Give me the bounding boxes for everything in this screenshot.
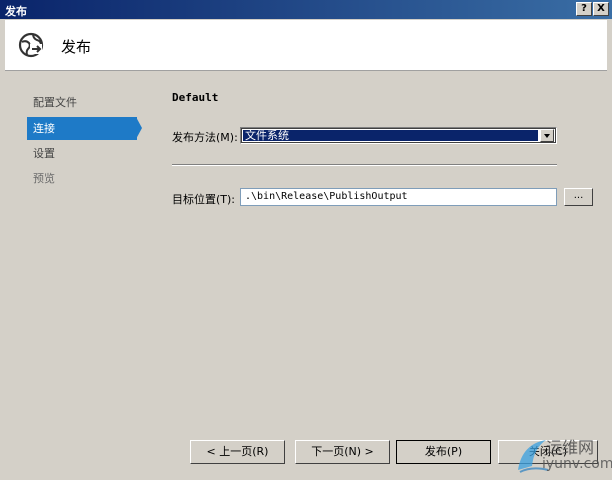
globe-publish-icon: [18, 32, 44, 58]
window-title: 发布: [5, 5, 27, 18]
dialog-header: 发布: [5, 20, 607, 71]
publish-method-select[interactable]: 文件系统: [240, 127, 557, 144]
nav-item-settings[interactable]: 设置: [27, 142, 136, 165]
prev-button[interactable]: < 上一页(R): [190, 440, 285, 464]
target-location-input[interactable]: .\bin\Release\PublishOutput: [240, 188, 557, 206]
target-location-label: 目标位置(T):: [172, 193, 236, 206]
publish-method-label: 发布方法(M):: [172, 131, 238, 144]
publish-method-value: 文件系统: [243, 130, 538, 141]
page-title: 发布: [61, 38, 92, 56]
watermark-text-url: iyunv.com: [542, 456, 612, 472]
help-button[interactable]: ?: [576, 2, 592, 16]
close-window-button[interactable]: X: [593, 2, 609, 16]
browse-button[interactable]: ...: [564, 188, 593, 206]
next-button[interactable]: 下一页(N) >: [295, 440, 390, 464]
profile-name-heading: Default: [172, 91, 219, 104]
nav-active-arrow: [136, 117, 142, 139]
nav-item-connection[interactable]: 连接: [27, 117, 137, 140]
watermark: 运维网 iyunv.com: [508, 432, 612, 480]
publish-button[interactable]: 发布(P): [396, 440, 491, 464]
chevron-down-icon[interactable]: [540, 129, 554, 142]
nav-item-profile[interactable]: 配置文件: [27, 91, 136, 114]
window-titlebar[interactable]: 发布 ? X: [0, 0, 612, 19]
section-divider: [172, 164, 557, 166]
nav-item-preview[interactable]: 预览: [27, 167, 136, 190]
watermark-text-cn: 运维网: [546, 438, 595, 457]
